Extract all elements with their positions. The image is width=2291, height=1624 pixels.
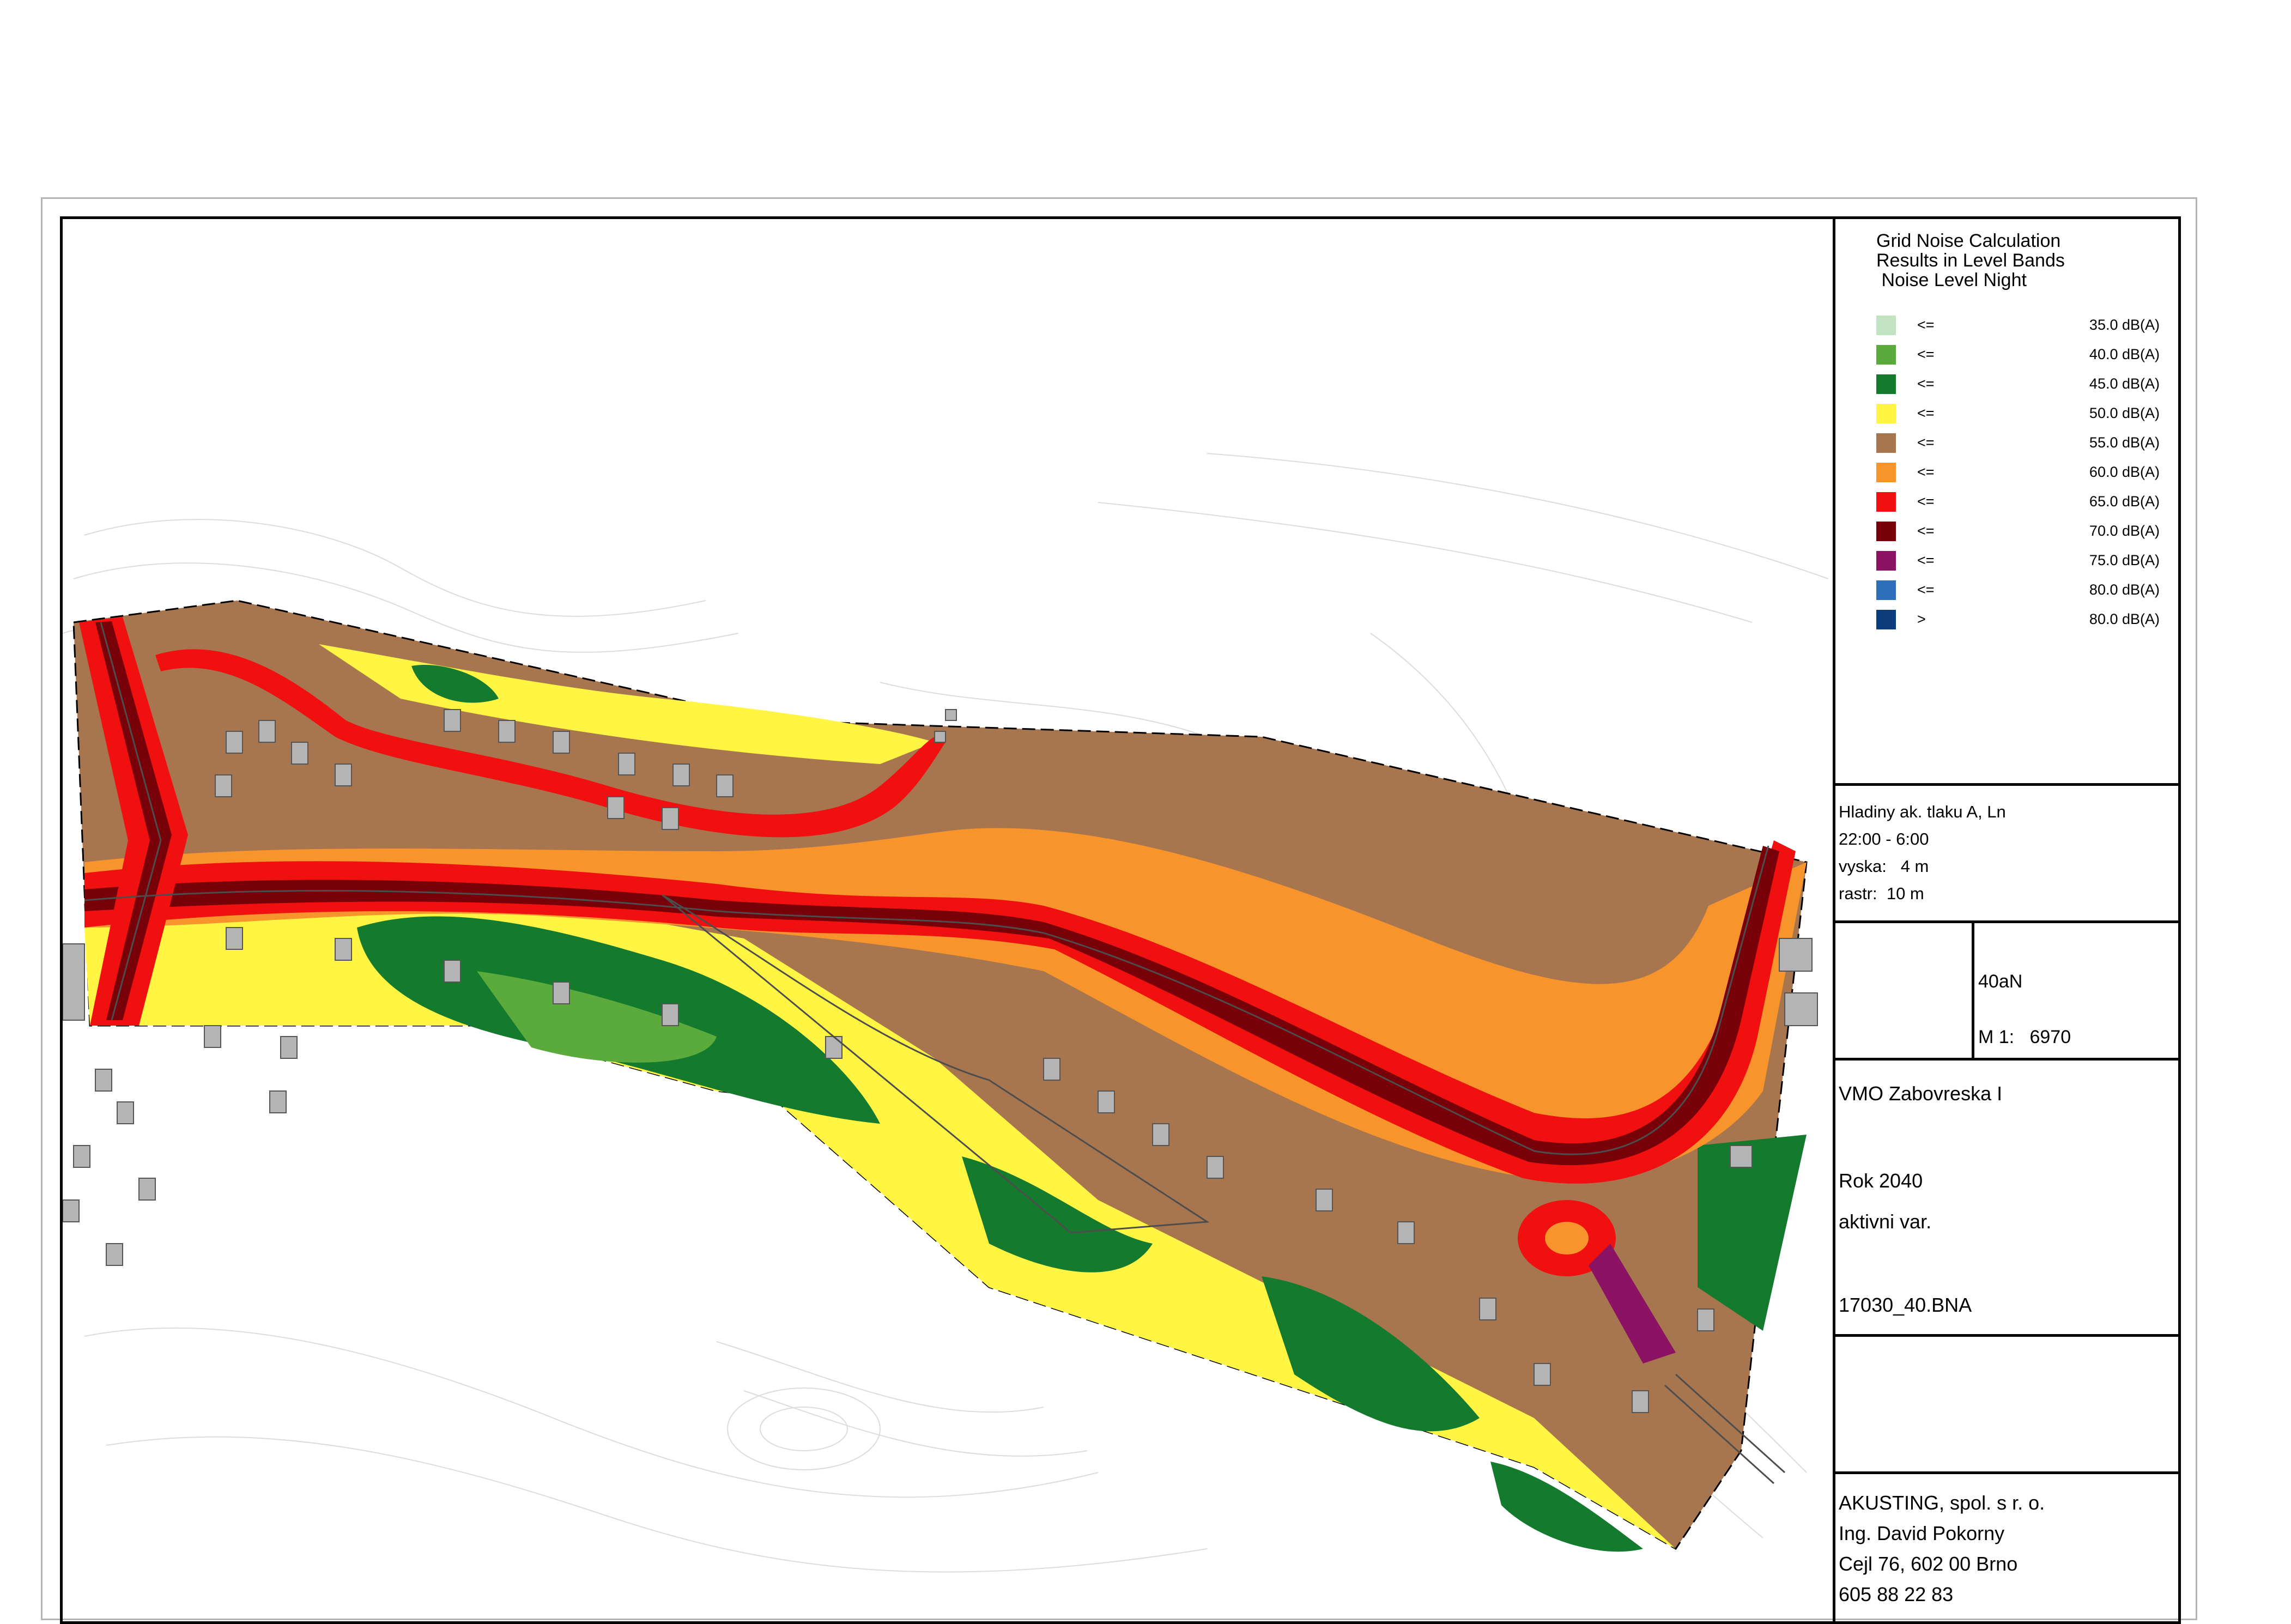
- params-grid: rastr: 10 m: [1839, 884, 1924, 903]
- legend-row: <= 40.0 dB(A): [1876, 344, 2160, 366]
- legend-operator: <=: [1917, 317, 1935, 333]
- variant-divider: [1972, 923, 1974, 1058]
- project-year: Rok 2040: [1839, 1169, 1923, 1192]
- params-time: 22:00 - 6:00: [1839, 829, 1929, 849]
- company-phone: 605 88 22 83: [1839, 1583, 1954, 1605]
- title-block: Grid Noise Calculation Results in Level …: [1833, 219, 2178, 1621]
- legend-swatch: [1876, 316, 1896, 335]
- legend-value: 60.0 dB(A): [2089, 464, 2160, 480]
- legend-row: <= 65.0 dB(A): [1876, 491, 2160, 513]
- legend-swatch: [1876, 463, 1896, 482]
- legend-operator: <=: [1917, 523, 1935, 539]
- params-height: vyska: 4 m: [1839, 857, 1929, 876]
- legend-swatch: [1876, 492, 1896, 512]
- legend-swatch: [1876, 551, 1896, 571]
- legend-row: <= 35.0 dB(A): [1876, 314, 2160, 336]
- legend-title-3: Noise Level Night: [1876, 270, 2027, 290]
- company-box: AKUSTING, spol. s r. o. Ing. David Pokor…: [1835, 1474, 2178, 1621]
- legend-value: 80.0 dB(A): [2089, 611, 2160, 627]
- legend-operator: <=: [1917, 434, 1935, 451]
- legend-title-1: Grid Noise Calculation: [1876, 231, 2061, 251]
- blank-box: [1835, 1337, 2178, 1474]
- legend-row: <= 80.0 dB(A): [1876, 579, 2160, 601]
- company-name: AKUSTING, spol. s r. o.: [1839, 1492, 2045, 1514]
- legend-value: 50.0 dB(A): [2089, 405, 2160, 421]
- legend-operator: <=: [1917, 581, 1935, 598]
- params-box: Hladiny ak. tlaku A, Ln 22:00 - 6:00 vys…: [1835, 786, 2178, 923]
- legend-operator: <=: [1917, 346, 1935, 362]
- legend-value: 70.0 dB(A): [2089, 523, 2160, 539]
- legend-value: 35.0 dB(A): [2089, 317, 2160, 333]
- legend-row: <= 55.0 dB(A): [1876, 432, 2160, 454]
- legend-value: 55.0 dB(A): [2089, 434, 2160, 451]
- variant-box: 40aN M 1: 6970: [1835, 923, 2178, 1061]
- legend-row: <= 75.0 dB(A): [1876, 550, 2160, 572]
- legend-value: 65.0 dB(A): [2089, 493, 2160, 510]
- legend-swatch: [1876, 374, 1896, 394]
- legend-title-2: Results in Level Bands: [1876, 250, 2065, 271]
- legend-row: <= 50.0 dB(A): [1876, 403, 2160, 425]
- legend-swatch: [1876, 345, 1896, 365]
- legend-value: 40.0 dB(A): [2089, 346, 2160, 362]
- variant-code: 40aN: [1978, 971, 2023, 992]
- legend-swatch: [1876, 404, 1896, 423]
- legend-operator: <=: [1917, 464, 1935, 480]
- project-name: VMO Zabovreska I: [1839, 1082, 2003, 1105]
- legend-row: <= 70.0 dB(A): [1876, 520, 2160, 542]
- legend-row: >80.0 dB(A): [1876, 609, 2160, 631]
- legend-operator: <=: [1917, 405, 1935, 421]
- company-address: Cejl 76, 602 00 Brno: [1839, 1553, 2018, 1575]
- legend-value: 45.0 dB(A): [2089, 375, 2160, 392]
- company-contact: Ing. David Pokorny: [1839, 1522, 2005, 1544]
- legend-operator: >: [1917, 611, 1926, 627]
- legend-value: 75.0 dB(A): [2089, 552, 2160, 568]
- legend-row: <= 60.0 dB(A): [1876, 462, 2160, 483]
- legend-operator: <=: [1917, 375, 1935, 392]
- project-variant: aktivni var.: [1839, 1210, 1932, 1233]
- legend-swatch: [1876, 433, 1896, 453]
- project-file: 17030_40.BNA: [1839, 1294, 1972, 1316]
- legend-value: 80.0 dB(A): [2089, 581, 2160, 598]
- legend-operator: <=: [1917, 493, 1935, 510]
- legend-swatch: [1876, 610, 1896, 629]
- legend-operator: <=: [1917, 552, 1935, 568]
- legend-swatch: [1876, 580, 1896, 600]
- project-box: VMO Zabovreska I Rok 2040 aktivni var. 1…: [1835, 1061, 2178, 1337]
- legend-row: <= 45.0 dB(A): [1876, 373, 2160, 395]
- legend-box: Grid Noise Calculation Results in Level …: [1835, 219, 2178, 786]
- legend-swatch: [1876, 522, 1896, 541]
- map-scale: M 1: 6970: [1978, 1027, 2071, 1047]
- params-metric: Hladiny ak. tlaku A, Ln: [1839, 802, 2006, 821]
